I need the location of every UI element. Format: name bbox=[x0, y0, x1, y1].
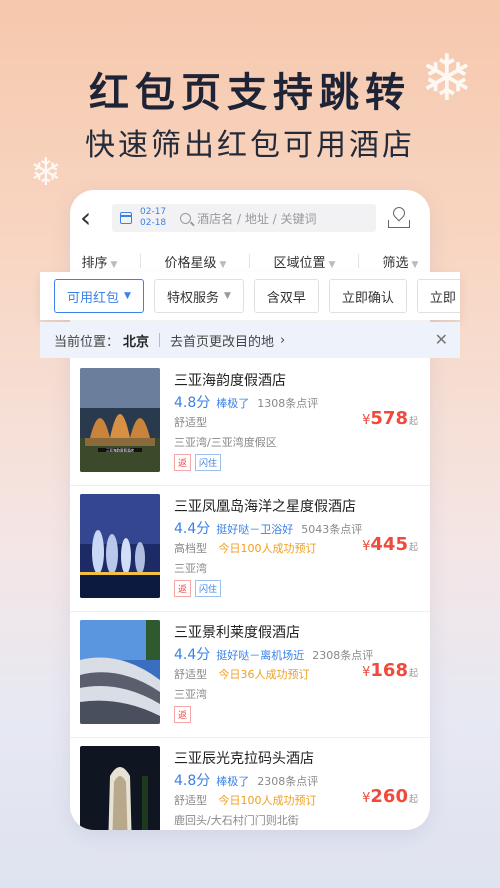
hotel-price: ¥168起 bbox=[362, 660, 418, 681]
hotel-praise: 棒极了 bbox=[216, 775, 250, 788]
quick-filter-chips: 可用红包 ▼ 特权服务 ▼ 含双早 立即确认 立即 bbox=[40, 272, 460, 320]
hotel-score: 4.8分 bbox=[174, 395, 211, 411]
location-bar: 当前位置： 北京 去首页更改目的地 › ✕ bbox=[40, 322, 460, 358]
hotel-list: 三亚海韵度假酒店 三亚海韵度假酒店 4.8分 棒极了 1308条点评 舒适型 三… bbox=[70, 360, 430, 830]
type-row: 舒适型 bbox=[174, 414, 207, 430]
filter-price-star[interactable]: 价格星级 ▼ bbox=[165, 252, 227, 271]
promo-subhead: 快速筛出红包可用酒店 bbox=[85, 128, 415, 163]
chevron-right-icon: › bbox=[280, 332, 286, 348]
hotel-address: 鹿回头/大石村门门则北街 bbox=[174, 814, 299, 827]
hotel-price: ¥260起 bbox=[362, 786, 418, 807]
checkout-date: 02-18 bbox=[140, 218, 167, 228]
hotel-score: 4.4分 bbox=[174, 521, 211, 537]
hotel-photo bbox=[80, 620, 160, 724]
chip-privilege[interactable]: 特权服务 ▼ bbox=[153, 279, 244, 313]
hotel-tags: 返 闪住 bbox=[174, 580, 225, 597]
search-placeholder[interactable]: 酒店名 / 地址 / 关键词 bbox=[197, 210, 316, 227]
rating-row: 4.8分 棒极了 2308条点评 bbox=[174, 770, 318, 790]
hotel-name[interactable]: 三亚海韵度假酒店 bbox=[174, 370, 286, 390]
filter-area[interactable]: 区域位置 ▼ bbox=[274, 252, 336, 271]
cashback-badge: 返 bbox=[174, 454, 192, 471]
hotel-praise: 棒极了 bbox=[216, 397, 250, 410]
checkin-date: 02-17 bbox=[140, 207, 167, 217]
booking-count: 今日100人成功预订 bbox=[218, 794, 317, 807]
divider bbox=[140, 254, 142, 268]
flash-stay-badge: 闪住 bbox=[195, 454, 222, 471]
hotel-praise: 挺好哒－离机场近 bbox=[216, 649, 305, 662]
dropdown-arrow-icon: ▼ bbox=[411, 259, 419, 270]
location-prefix: 当前位置： bbox=[54, 334, 120, 350]
type-row: 舒适型 今日100人成功预订 bbox=[174, 792, 317, 808]
booking-count: 今日100人成功预订 bbox=[218, 542, 317, 555]
filter-sort[interactable]: 排序 ▼ bbox=[82, 252, 118, 271]
hotel-card[interactable]: 三亚辰光克拉码头酒店 4.8分 棒极了 2308条点评 舒适型 今日100人成功… bbox=[70, 738, 430, 830]
hotel-card[interactable]: 三亚凤凰岛海洋之星度假酒店 4.4分 挺好哒－卫浴好 5043条点评 高档型 今… bbox=[70, 486, 430, 612]
review-count: 1308条点评 bbox=[257, 397, 319, 410]
review-count: 5043条点评 bbox=[301, 523, 363, 536]
hotel-type: 舒适型 bbox=[174, 416, 207, 429]
hotel-address: 三亚湾 bbox=[174, 688, 207, 701]
dropdown-arrow-icon: ▼ bbox=[124, 291, 131, 301]
hotel-photo: 三亚海韵度假酒店 bbox=[80, 368, 160, 472]
dropdown-arrow-icon: ▼ bbox=[223, 291, 231, 301]
top-bar: ‹ 02-17 02-18 酒店名 / 地址 / 关键词 bbox=[70, 190, 430, 246]
booking-count: 今日36人成功预订 bbox=[218, 668, 310, 681]
change-destination-link[interactable]: 去首页更改目的地 bbox=[170, 331, 274, 350]
calendar-icon bbox=[120, 212, 132, 224]
dropdown-arrow-icon: ▼ bbox=[110, 259, 118, 270]
flash-stay-badge: 闪住 bbox=[195, 580, 222, 597]
rating-row: 4.4分 挺好哒－卫浴好 5043条点评 bbox=[174, 518, 362, 538]
back-icon[interactable]: ‹ bbox=[80, 204, 102, 232]
type-row: 舒适型 今日36人成功预订 bbox=[174, 666, 310, 682]
rating-row: 4.4分 挺好哒－离机场近 2308条点评 bbox=[174, 644, 373, 664]
chip-double-breakfast[interactable]: 含双早 bbox=[253, 279, 319, 313]
chip-instant-more[interactable]: 立即 bbox=[416, 279, 460, 313]
hotel-price: ¥578起 bbox=[362, 408, 418, 429]
hotel-score: 4.4分 bbox=[174, 647, 211, 663]
search-box[interactable]: 02-17 02-18 酒店名 / 地址 / 关键词 bbox=[112, 204, 376, 232]
hotel-praise: 挺好哒－卫浴好 bbox=[216, 523, 294, 536]
current-city: 北京 bbox=[123, 334, 150, 350]
hotel-name[interactable]: 三亚景利莱度假酒店 bbox=[174, 622, 300, 642]
rating-row: 4.8分 棒极了 1308条点评 bbox=[174, 392, 318, 412]
chip-red-packet[interactable]: 可用红包 ▼ bbox=[54, 279, 144, 313]
hotel-type: 舒适型 bbox=[174, 794, 207, 807]
map-pin-icon[interactable] bbox=[388, 204, 410, 229]
dropdown-arrow-icon: ▼ bbox=[219, 259, 227, 270]
promo-headline: 红包页支持跳转 bbox=[89, 70, 411, 116]
divider bbox=[159, 333, 161, 347]
divider bbox=[249, 254, 251, 268]
hotel-price: ¥445起 bbox=[362, 534, 418, 555]
review-count: 2308条点评 bbox=[257, 775, 319, 788]
type-row: 高档型 今日100人成功预订 bbox=[174, 540, 317, 556]
hotel-card[interactable]: 三亚景利莱度假酒店 4.4分 挺好哒－离机场近 2308条点评 舒适型 今日36… bbox=[70, 612, 430, 738]
chip-instant-confirm[interactable]: 立即确认 bbox=[328, 279, 407, 313]
search-icon bbox=[180, 212, 192, 224]
cashback-badge: 返 bbox=[174, 580, 192, 597]
hotel-card[interactable]: 三亚海韵度假酒店 三亚海韵度假酒店 4.8分 棒极了 1308条点评 舒适型 三… bbox=[70, 360, 430, 486]
hotel-score: 4.8分 bbox=[174, 773, 211, 789]
hotel-type: 高档型 bbox=[174, 542, 207, 555]
hotel-tags: 返 bbox=[174, 706, 195, 723]
hotel-address: 三亚湾 bbox=[174, 562, 207, 575]
hotel-address: 三亚湾/三亚湾度假区 bbox=[174, 436, 277, 449]
dropdown-arrow-icon: ▼ bbox=[328, 259, 336, 270]
hotel-name[interactable]: 三亚凤凰岛海洋之星度假酒店 bbox=[174, 496, 356, 516]
filter-more[interactable]: 筛选 ▼ bbox=[383, 252, 419, 271]
hotel-photo bbox=[80, 746, 160, 830]
divider bbox=[358, 254, 360, 268]
hotel-type: 舒适型 bbox=[174, 668, 207, 681]
cashback-badge: 返 bbox=[174, 706, 192, 723]
hotel-name[interactable]: 三亚辰光克拉码头酒店 bbox=[174, 748, 314, 768]
photo-sign-text: 三亚海韵度假酒店 bbox=[106, 448, 134, 453]
hotel-tags: 返 闪住 bbox=[174, 454, 225, 471]
hotel-photo bbox=[80, 494, 160, 598]
close-icon[interactable]: ✕ bbox=[435, 330, 448, 349]
date-range[interactable]: 02-17 02-18 bbox=[140, 207, 166, 229]
